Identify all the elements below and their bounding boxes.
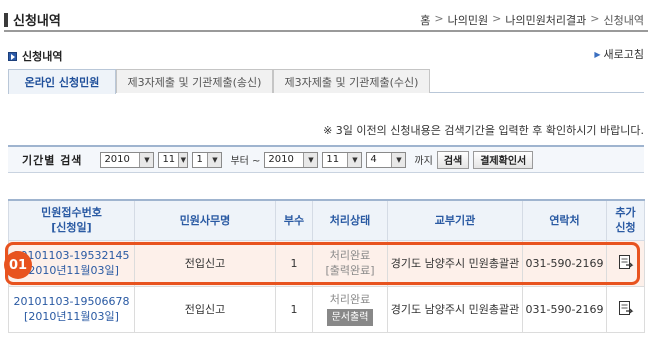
agency-cell: 경기도 남양주시 민원총괄관	[387, 239, 523, 287]
period-search-bar: 기간별 검색 2010 ▼ 11 ▼ 1 ▼ 부터 ~ 2010 ▼ 11 ▼ 4 ▼ 까지…	[8, 145, 644, 173]
refresh-label: 새로고침	[603, 48, 644, 61]
payment-confirmation-button[interactable]: 결제확인서	[473, 150, 534, 169]
breadcrumb-separator: >	[492, 12, 502, 25]
table-row: 20101103-19532145 [2010년11월03일] 전입신고 1 처…	[8, 239, 645, 287]
receipt-date: [2010년11월03일]	[24, 310, 119, 323]
chevron-down-icon: ▼	[391, 152, 406, 167]
title-bar-icon	[4, 12, 8, 27]
to-suffix: 까지	[414, 156, 433, 167]
table-header-row: 민원접수번호 [신청일] 민원사무명 부수 처리상태 교부기관 연락처 추가 신…	[8, 199, 645, 241]
tab-third-party-sent[interactable]: 제3자제출 및 기관제출(송신)	[116, 69, 273, 93]
tab-online-requests[interactable]: 온라인 신청민원	[8, 69, 116, 94]
page-title: 신청내역	[13, 14, 61, 29]
triangle-right-icon: ▶	[594, 49, 601, 59]
breadcrumb-separator: >	[434, 12, 444, 25]
extra-cell	[606, 285, 645, 333]
status-cell: 처리완료 문서출력	[312, 285, 388, 333]
breadcrumb-separator: >	[590, 12, 600, 25]
copies-cell: 1	[275, 285, 313, 333]
chevron-down-icon: ▼	[207, 152, 222, 167]
callout-badge: 01	[4, 251, 32, 279]
breadcrumb-home[interactable]: 홈	[420, 12, 430, 28]
col-extra-header: 추가 신청	[606, 199, 645, 241]
status-sub-text: [출력완료]	[325, 264, 375, 277]
chevron-down-icon: ▼	[347, 152, 362, 167]
col-copies-header: 부수	[275, 199, 313, 241]
status-text: 처리완료	[329, 249, 371, 262]
to-day-select[interactable]: 4 ▼	[366, 151, 407, 168]
document-request-icon[interactable]	[618, 254, 634, 272]
page-header: 신청내역 홈 > 나의민원 > 나의민원처리결과 > 신청내역	[4, 6, 648, 32]
col-status-header: 처리상태	[312, 199, 388, 241]
receipt-number-link[interactable]: 20101103-19506678	[14, 295, 130, 308]
chevron-down-icon: ▼	[303, 152, 318, 167]
period-label: 기간별 검색	[22, 153, 83, 167]
col-name-header: 민원사무명	[134, 199, 276, 241]
chevron-down-icon: ▼	[178, 152, 188, 167]
breadcrumb-current: 신청내역	[603, 14, 644, 27]
to-year-select[interactable]: 2010 ▼	[264, 151, 319, 168]
table-row: 20101103-19506678 [2010년11월03일] 전입신고 1 처…	[8, 285, 645, 333]
chevron-down-icon: ▼	[139, 152, 154, 167]
contact-cell: 031-590-2169	[522, 239, 607, 287]
contact-cell: 031-590-2169	[522, 285, 607, 333]
breadcrumb: 홈 > 나의민원 > 나의민원처리결과 > 신청내역	[420, 12, 644, 28]
col-contact-header: 연락처	[522, 199, 607, 241]
from-day-select[interactable]: 1 ▼	[192, 151, 223, 168]
refresh-link[interactable]: ▶ 새로고침	[594, 46, 644, 62]
from-year-select[interactable]: 2010 ▼	[100, 151, 155, 168]
name-cell: 전입신고	[134, 285, 276, 333]
breadcrumb-results[interactable]: 나의민원처리결과	[505, 12, 586, 28]
col-agency-header: 교부기관	[387, 199, 523, 241]
breadcrumb-my-civil[interactable]: 나의민원	[448, 12, 488, 28]
name-cell: 전입신고	[134, 239, 276, 287]
tab-third-party-received[interactable]: 제3자제출 및 기관제출(수신)	[273, 69, 430, 93]
from-month-select[interactable]: 11 ▼	[158, 151, 189, 168]
copies-cell: 1	[275, 239, 313, 287]
from-suffix: 부터 ~	[230, 156, 261, 167]
section-heading: 신청내역	[8, 48, 62, 64]
document-request-icon[interactable]	[618, 300, 634, 318]
print-document-button[interactable]: 문서출력	[326, 309, 374, 326]
extra-cell	[606, 239, 645, 287]
results-table: 민원접수번호 [신청일] 민원사무명 부수 처리상태 교부기관 연락처 추가 신…	[8, 199, 645, 333]
status-cell: 처리완료 [출력완료]	[312, 239, 388, 287]
search-notice: ※ 3일 이전의 신청내용은 검색기간을 입력한 후 확인하시기 바랍니다.	[323, 124, 644, 137]
receipt-date: [2010년11월03일]	[24, 264, 119, 277]
agency-cell: 경기도 남양주시 민원총괄관	[387, 285, 523, 333]
search-button[interactable]: 검색	[436, 150, 470, 169]
section-arrow-icon	[8, 51, 17, 61]
status-text: 처리완료	[329, 293, 371, 306]
receipt-cell: 20101103-19506678 [2010년11월03일]	[8, 285, 135, 333]
section-title: 신청내역	[22, 50, 63, 63]
to-month-select[interactable]: 11 ▼	[322, 151, 363, 168]
col-receipt-header: 민원접수번호 [신청일]	[8, 199, 135, 241]
page-title-wrap: 신청내역	[4, 10, 61, 29]
tab-bar: 온라인 신청민원 제3자제출 및 기관제출(송신) 제3자제출 및 기관제출(수…	[8, 69, 644, 94]
